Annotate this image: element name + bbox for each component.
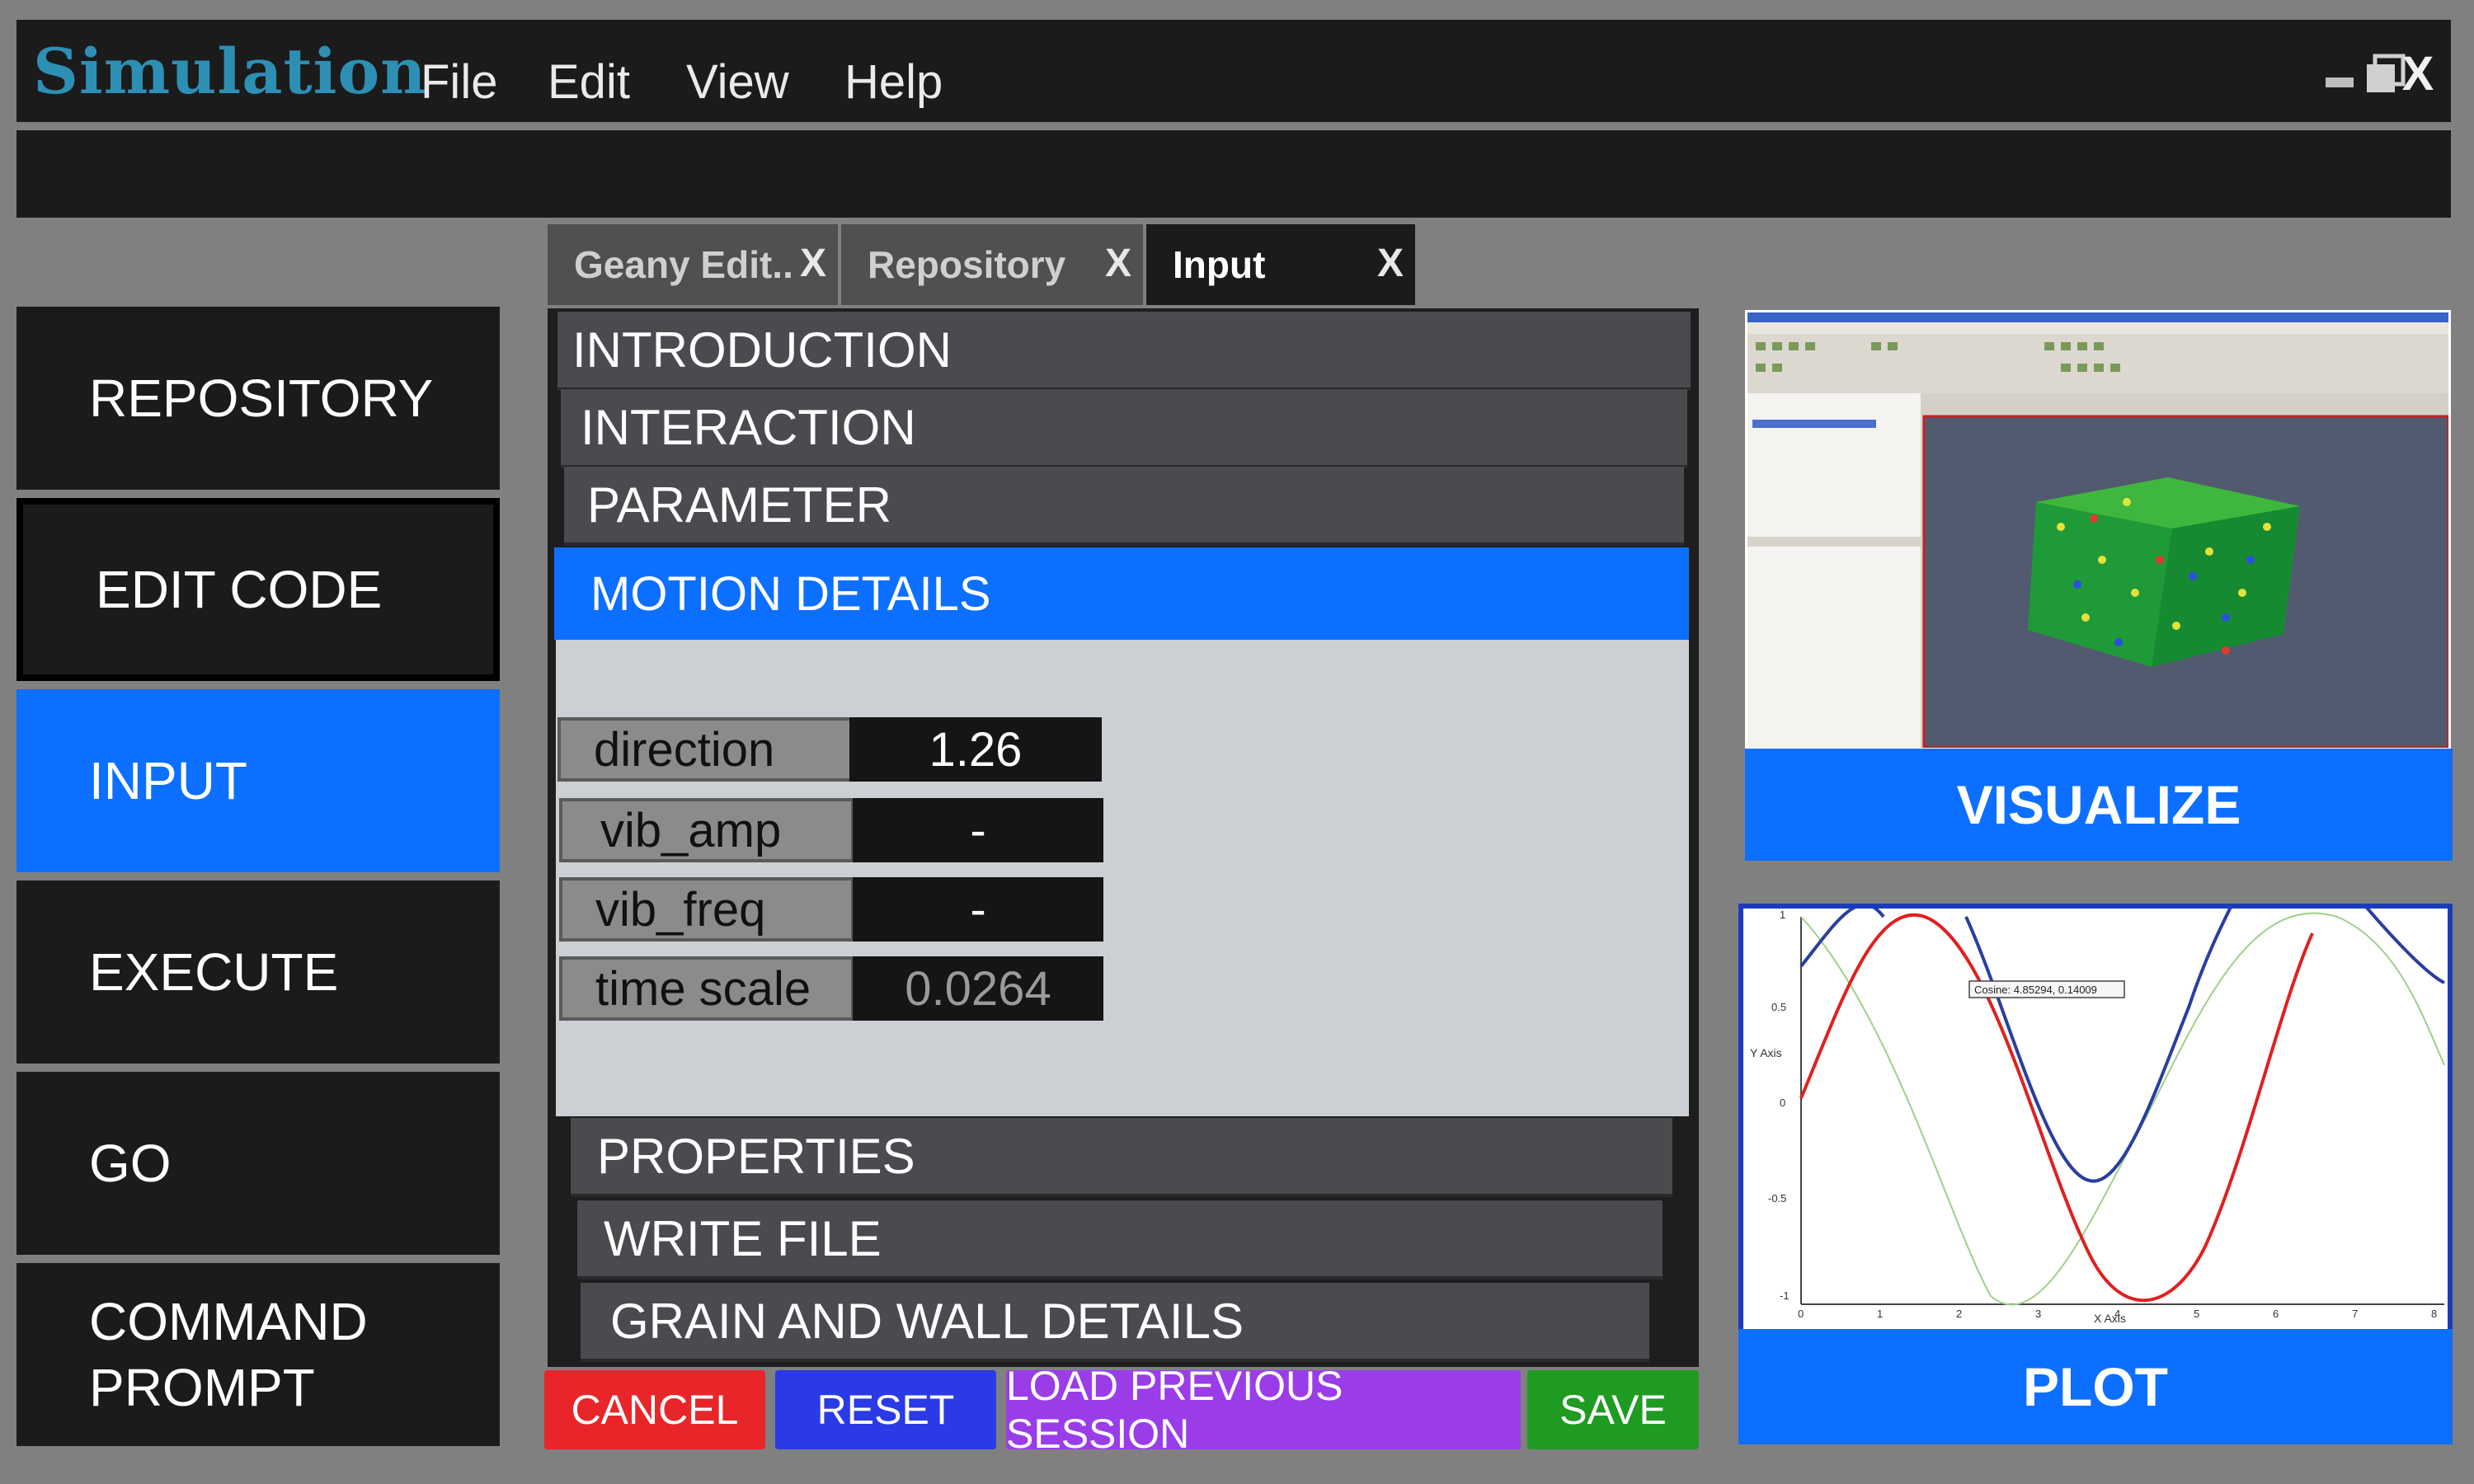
x-tick: 5	[2194, 1308, 2199, 1320]
param-input-direction[interactable]: 1.26	[849, 717, 1102, 782]
toolbar	[16, 130, 2451, 218]
paraview-screenshot	[1747, 312, 2448, 748]
sidebar-item-command-prompt[interactable]: COMMAND PROMPT	[16, 1263, 500, 1446]
tab-label: Repository	[868, 243, 1066, 286]
section-parameter[interactable]: PARAMETER	[564, 467, 1684, 546]
section-interaction[interactable]: INTERACTION	[561, 389, 1687, 468]
param-label-time-scale: time scale	[559, 956, 854, 1021]
close-window-icon[interactable]: X	[2393, 46, 2443, 101]
cancel-button[interactable]: CANCEL	[544, 1370, 765, 1449]
plot-chart: Y Axis X Axis 1 0.5 0 -0.5 -1 0 1 2 3 4 …	[1750, 909, 2445, 1325]
sidebar-item-go[interactable]: GO	[16, 1072, 500, 1255]
app-title: Simulation	[33, 35, 427, 108]
plot-button[interactable]: PLOT	[1738, 1329, 2453, 1444]
tab-repository[interactable]: Repository X	[841, 224, 1143, 305]
section-introduction[interactable]: INTRODUCTION	[557, 312, 1691, 391]
param-input-time-scale[interactable]: 0.0264	[853, 956, 1103, 1021]
sidebar-item-edit-code[interactable]: EDIT CODE	[16, 498, 500, 681]
param-input-vib-amp[interactable]: -	[853, 798, 1103, 862]
y-tick: 1	[1780, 909, 1785, 921]
param-label-vib-freq: vib_freq	[559, 877, 854, 942]
section-grain-and-wall-details[interactable]: GRAIN AND WALL DETAILS	[581, 1283, 1649, 1362]
tab-label: Geany Edit..	[574, 243, 793, 286]
close-tab-icon[interactable]: X	[800, 241, 826, 286]
title-bar: Simulation File Edit View Help X	[16, 20, 2451, 122]
y-tick: 0.5	[1771, 1001, 1786, 1013]
x-tick: 8	[2431, 1308, 2437, 1320]
section-motion-details[interactable]: MOTION DETAILS	[554, 547, 1689, 640]
x-axis-label: X Axis	[2094, 1312, 2126, 1325]
x-tick: 2	[1956, 1308, 1962, 1320]
plot-preview: Y Axis X Axis 1 0.5 0 -0.5 -1 0 1 2 3 4 …	[1738, 904, 2453, 1329]
y-axis-label: Y Axis	[1750, 1046, 1782, 1059]
param-input-vib-freq[interactable]: -	[853, 877, 1103, 942]
x-tick: 7	[2352, 1308, 2358, 1320]
sidebar-item-execute[interactable]: EXECUTE	[16, 881, 500, 1064]
y-tick: 0	[1780, 1097, 1785, 1109]
visualize-button[interactable]: VISUALIZE	[1745, 749, 2453, 861]
param-label-vib-amp: vib_amp	[559, 798, 854, 862]
menu-help[interactable]: Help	[844, 54, 943, 110]
minimize-icon[interactable]	[2326, 77, 2354, 87]
visualization-preview	[1745, 310, 2451, 750]
tab-geany-editor[interactable]: Geany Edit.. X	[548, 224, 838, 305]
plot-tooltip: Cosine: 4.85294, 0.14009	[1974, 984, 2097, 996]
tab-label: Input	[1173, 243, 1266, 286]
x-tick: 0	[1798, 1308, 1804, 1320]
sidebar-item-repository[interactable]: REPOSITORY	[16, 307, 500, 490]
tab-input[interactable]: Input X	[1146, 224, 1415, 305]
y-tick: -0.5	[1768, 1192, 1786, 1205]
close-tab-icon[interactable]: X	[1105, 241, 1131, 286]
param-label-direction: direction	[557, 717, 853, 782]
sidebar-item-input[interactable]: INPUT	[16, 689, 500, 872]
section-write-file[interactable]: WRITE FILE	[577, 1200, 1663, 1280]
menu-view[interactable]: View	[686, 54, 789, 110]
x-tick: 3	[2035, 1308, 2041, 1320]
save-button[interactable]: SAVE	[1527, 1370, 1699, 1449]
x-tick: 6	[2273, 1308, 2279, 1320]
reset-button[interactable]: RESET	[775, 1370, 996, 1449]
menu-file[interactable]: File	[421, 54, 497, 110]
load-previous-session-button[interactable]: LOAD PREVIOUS SESSION	[1006, 1363, 1521, 1457]
x-tick: 4	[2114, 1308, 2120, 1320]
menu-edit[interactable]: Edit	[548, 54, 630, 110]
y-tick: -1	[1780, 1289, 1790, 1302]
x-tick: 1	[1877, 1308, 1883, 1320]
section-properties[interactable]: PROPERTIES	[571, 1118, 1672, 1197]
close-tab-icon[interactable]: X	[1377, 241, 1404, 286]
